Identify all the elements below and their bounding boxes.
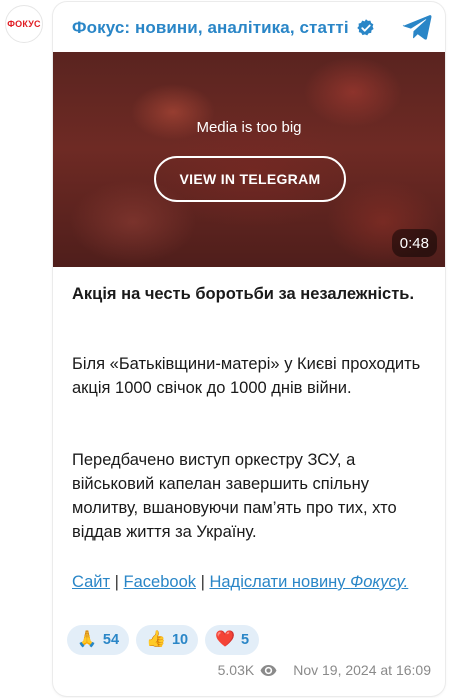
channel-logo-text: ФОКУС <box>7 19 41 29</box>
eye-icon <box>260 664 277 676</box>
video-media-placeholder[interactable]: Media is too big VIEW IN TELEGRAM 0:48 <box>53 52 445 267</box>
reaction-pray[interactable]: 🙏 54 <box>67 625 130 655</box>
post-header: Фокус: новини, аналітика, статті <box>72 13 442 41</box>
reactions-bar: 🙏 54 👍 10 ❤️ 5 <box>67 625 260 655</box>
heart-emoji-icon: ❤️ <box>215 631 236 648</box>
link-separator: | <box>110 573 124 591</box>
post-links: Сайт | Facebook | Надіслати новину Фокус… <box>72 570 432 594</box>
reaction-thumbs-up[interactable]: 👍 10 <box>136 625 199 655</box>
send-news-link[interactable]: Надіслати новину Фокусу. <box>209 573 408 591</box>
verified-badge-icon <box>356 19 374 36</box>
reaction-count: 54 <box>102 632 120 648</box>
post-paragraph-2: Передбачено виступ оркестру ЗСУ, а війсь… <box>72 451 397 541</box>
post-date[interactable]: Nov 19, 2024 at 16:09 <box>293 662 431 678</box>
reaction-heart[interactable]: ❤️ 5 <box>205 625 260 655</box>
channel-title[interactable]: Фокус: новини, аналітика, статті <box>72 18 349 38</box>
send-news-link-text: Надіслати новину <box>209 573 351 591</box>
reaction-count: 5 <box>241 632 250 648</box>
view-count: 5.03K <box>217 662 255 678</box>
telegram-icon[interactable] <box>402 13 432 41</box>
pray-emoji-icon: 🙏 <box>77 631 97 648</box>
post-footer: 5.03K Nov 19, 2024 at 16:09 <box>218 662 431 678</box>
reaction-count: 10 <box>171 632 189 648</box>
send-news-link-italic: Фокусу. <box>350 573 409 591</box>
post-headline: Акція на честь боротьби за незалежність. <box>72 285 415 303</box>
view-in-telegram-button[interactable]: VIEW IN TELEGRAM <box>154 156 346 202</box>
channel-avatar[interactable]: ФОКУС <box>5 5 43 43</box>
facebook-link[interactable]: Facebook <box>124 573 196 591</box>
video-duration: 0:48 <box>391 229 437 257</box>
thumbs-up-emoji-icon: 👍 <box>146 631 166 648</box>
link-separator: | <box>196 573 210 591</box>
post-card: Фокус: новини, аналітика, статті Media i… <box>53 2 445 696</box>
post-paragraph-1: Біля «Батьківщини-матері» у Києві проход… <box>72 355 421 397</box>
media-too-big-message: Media is too big <box>196 119 302 136</box>
site-link[interactable]: Сайт <box>72 573 110 591</box>
